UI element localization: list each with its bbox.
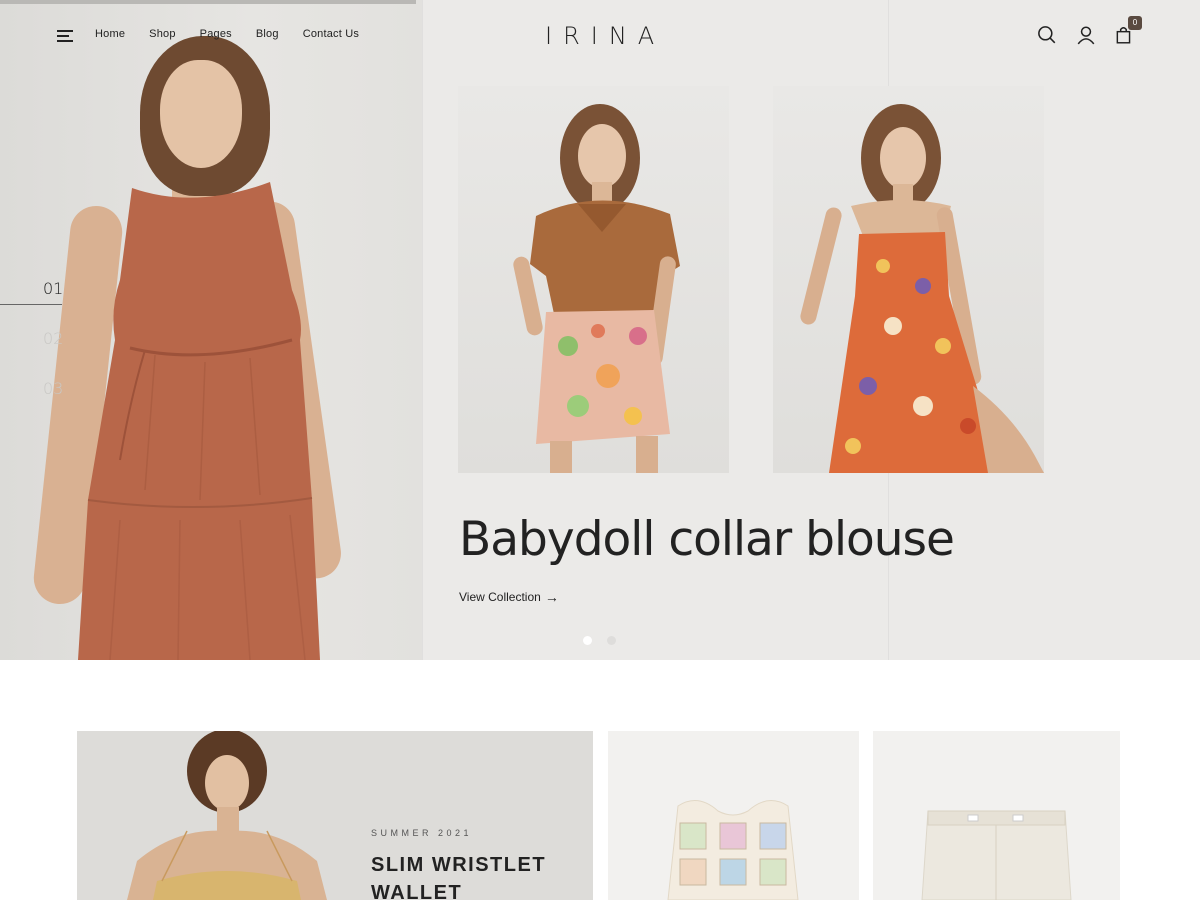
slider-dot[interactable]	[607, 636, 616, 645]
active-slide-indicator	[0, 304, 62, 305]
view-collection-link[interactable]: View Collection →	[459, 589, 559, 605]
slide-number-01[interactable]: 01	[43, 279, 63, 298]
hero-product-image-blouse[interactable]	[458, 86, 729, 473]
promo-title[interactable]: SLIM WRISTLET WALLET	[371, 851, 546, 900]
promo-banner[interactable]: SUMMER 2021 SLIM WRISTLET WALLET	[77, 731, 593, 900]
nav-link-contact[interactable]: Contact Us	[303, 28, 359, 40]
arrow-right-icon: →	[544, 589, 559, 605]
slider-dot-active[interactable]	[583, 636, 592, 645]
grid-divider	[422, 0, 423, 660]
promo-eyebrow: SUMMER 2021	[371, 828, 473, 838]
nav-link-blog[interactable]: Blog	[256, 28, 279, 40]
hero-slider: Home Shop Pages Blog Contact Us IRINA 0 …	[0, 0, 1200, 660]
product-card-crochet-vest[interactable]	[608, 731, 859, 900]
product-card-trousers[interactable]	[873, 731, 1120, 900]
hamburger-menu-icon[interactable]	[57, 29, 75, 43]
main-nav: Home Shop Pages Blog Contact Us	[95, 28, 383, 40]
hero-product-image-dress[interactable]	[773, 86, 1044, 473]
nav-link-pages[interactable]: Pages	[200, 28, 232, 40]
slide-number-03[interactable]: 03	[43, 379, 63, 398]
slide-number-02[interactable]: 02	[43, 329, 63, 348]
hero-headline: Babydoll collar blouse	[459, 512, 955, 567]
search-icon[interactable]	[1037, 25, 1057, 45]
brand-logo[interactable]: IRINA	[545, 22, 665, 50]
product-image	[667, 800, 799, 900]
nav-link-shop[interactable]: Shop	[149, 28, 176, 40]
cart-count-badge: 0	[1128, 16, 1142, 30]
nav-link-home[interactable]: Home	[95, 28, 125, 40]
product-image	[921, 810, 1072, 900]
view-collection-label: View Collection	[459, 590, 541, 604]
site-header: Home Shop Pages Blog Contact Us IRINA 0	[0, 0, 1200, 70]
user-icon[interactable]	[1076, 25, 1096, 45]
promo-model-image	[127, 731, 327, 900]
